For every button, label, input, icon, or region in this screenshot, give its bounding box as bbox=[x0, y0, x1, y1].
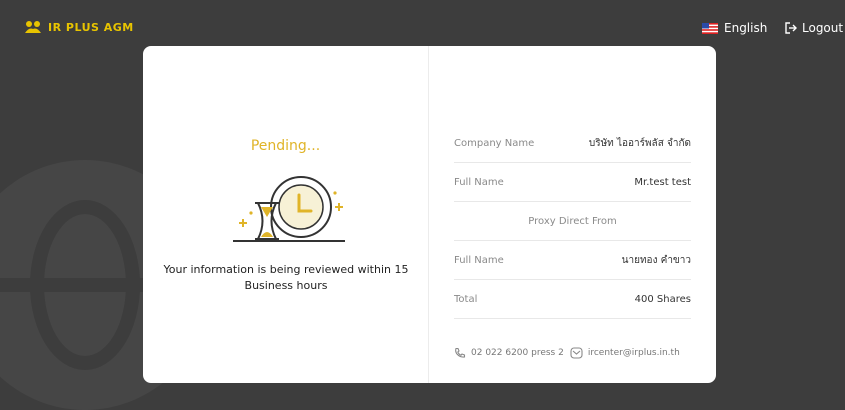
proxy-heading: Proxy Direct From bbox=[528, 215, 617, 227]
email-contact[interactable]: ircenter@irplus.in.th bbox=[570, 347, 680, 359]
hourglass-clock-icon bbox=[233, 176, 345, 242]
phone-number: 02 022 6200 press 2 bbox=[471, 348, 564, 358]
us-flag-icon bbox=[702, 22, 718, 34]
proxy-row: Full Name นายทอง คำขาว bbox=[454, 241, 691, 280]
email-address: ircenter@irplus.in.th bbox=[587, 348, 680, 358]
handshake-logo-icon bbox=[25, 21, 41, 33]
email-icon bbox=[570, 347, 583, 359]
proxy-label: Full Name bbox=[454, 254, 504, 266]
holder-label: Full Name bbox=[454, 176, 504, 188]
logout-icon bbox=[785, 22, 797, 34]
total-value: 400 Shares bbox=[634, 293, 691, 305]
details-panel: Company Name บริษัท ไออาร์พลัส จำกัด Ful… bbox=[454, 124, 691, 319]
company-value: บริษัท ไออาร์พลัส จำกัด bbox=[588, 137, 691, 149]
logout-label: Logout bbox=[802, 21, 844, 35]
language-selector[interactable]: English bbox=[702, 21, 767, 35]
holder-value: Mr.test test bbox=[634, 176, 691, 188]
proxy-value: นายทอง คำขาว bbox=[621, 254, 691, 266]
brand-name: IR PLUS AGM bbox=[48, 20, 134, 34]
phone-icon bbox=[455, 347, 466, 358]
language-label: English bbox=[724, 21, 768, 35]
pending-status-title: Pending... bbox=[250, 138, 321, 154]
total-row: Total 400 Shares bbox=[454, 280, 691, 319]
card-divider bbox=[428, 46, 429, 383]
holder-row: Full Name Mr.test test bbox=[454, 163, 691, 202]
contact-bar: 02 022 6200 press 2 ircenter@irplus.in.t… bbox=[454, 347, 699, 359]
logout-button[interactable]: Logout bbox=[784, 21, 843, 35]
phone-contact[interactable]: 02 022 6200 press 2 bbox=[454, 347, 564, 359]
total-label: Total bbox=[454, 293, 478, 305]
company-row: Company Name บริษัท ไออาร์พลัส จำกัด bbox=[454, 124, 691, 163]
status-card: Pending... Your information is being rev… bbox=[143, 46, 716, 383]
brand-logo[interactable]: IR PLUS AGM bbox=[24, 20, 134, 34]
company-label: Company Name bbox=[454, 137, 535, 149]
proxy-heading-row: Proxy Direct From bbox=[454, 202, 691, 241]
review-message: Your information is being reviewed withi… bbox=[163, 263, 409, 292]
